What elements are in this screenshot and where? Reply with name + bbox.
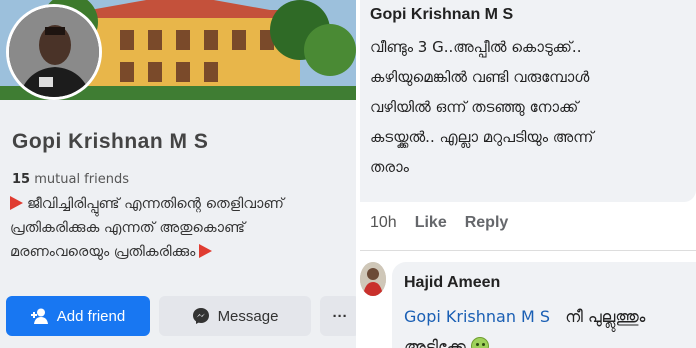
profile-card: Gopi Krishnan M S 15 mutual friends ജീവി…	[0, 0, 356, 348]
comment-thread: Gopi Krishnan M S വീണ്ടും 3 G..അപ്പീൽ കൊ…	[360, 0, 696, 348]
more-dots-icon: ···	[332, 307, 348, 325]
profile-name[interactable]: Gopi Krishnan M S	[12, 130, 208, 154]
reply-body: നീ പുല്ലുത്തും	[565, 307, 646, 326]
comment-line-1: വീണ്ടും 3 G..അപ്പീൽ കൊടുക്ക്..	[370, 38, 582, 56]
bio-line-1: ജീവിച്ചിരിപ്പുണ്ട് എന്നതിന്റെ തെളിവാണ്	[27, 196, 284, 212]
comment-bubble: Gopi Krishnan M S വീണ്ടും 3 G..അപ്പീൽ കൊ…	[360, 0, 696, 202]
message-button[interactable]: Message	[159, 296, 311, 336]
add-friend-label: Add friend	[56, 307, 126, 325]
mutual-label: mutual friends	[34, 172, 129, 187]
more-options-button[interactable]: ···	[320, 296, 356, 336]
like-button[interactable]: Like	[415, 214, 447, 232]
reply-body-line-2: അടിക്കേ	[404, 337, 466, 348]
add-friend-button[interactable]: Add friend	[6, 296, 150, 336]
comment-line-2: കഴിയുമെങ്കിൽ വണ്ടി വരുമ്പോൾ	[370, 68, 590, 86]
mutual-count: 15	[12, 172, 31, 187]
add-person-icon	[30, 308, 49, 324]
comment-author[interactable]: Gopi Krishnan M S	[370, 6, 513, 24]
comment-actions: 10h Like Reply	[370, 214, 508, 232]
comment-line-3: വഴിയിൽ ഒന്ന് തടഞ്ഞു നോക്ക്	[370, 98, 579, 116]
profile-bio: ജീവിച്ചിരിപ്പുണ്ട് എന്നതിന്റെ തെളിവാണ് പ…	[10, 192, 355, 264]
nauseated-face-emoji-icon	[470, 337, 489, 348]
reply-avatar[interactable]	[360, 262, 386, 296]
messenger-icon	[192, 307, 210, 325]
bio-line-3: മരണംവരെയും പ്രതികരിക്കും	[10, 244, 196, 260]
mention-link[interactable]: Gopi Krishnan M S	[404, 307, 550, 326]
reply-bubble: Hajid Ameen Gopi Krishnan M S നീ പുല്ലുത…	[392, 262, 696, 348]
reply-author[interactable]: Hajid Ameen	[404, 274, 500, 292]
profile-avatar[interactable]	[6, 4, 102, 100]
red-triangle-icon	[10, 196, 23, 210]
comment-timestamp[interactable]: 10h	[370, 214, 397, 232]
message-label: Message	[217, 307, 279, 325]
reply-text: Gopi Krishnan M S നീ പുല്ലുത്തും അടിക്കേ	[404, 302, 696, 348]
person-photo-icon	[9, 7, 99, 97]
thread-divider	[360, 250, 696, 251]
comment-text: വീണ്ടും 3 G..അപ്പീൽ കൊടുക്ക്.. കഴിയുമെങ്…	[370, 32, 690, 182]
comment-line-4: കടയ്ക്കൽ.. എല്ലാ മറുപടിയും അന്ന്	[370, 128, 594, 146]
person-photo-icon	[360, 262, 386, 296]
comment-line-5: തരാം	[370, 158, 409, 176]
bio-line-2: പ്രതികരിക്കുക എന്നത് അതുകൊണ്ട്	[10, 220, 245, 236]
reply-button[interactable]: Reply	[465, 214, 509, 232]
mutual-friends[interactable]: 15 mutual friends	[12, 172, 129, 187]
red-triangle-icon	[199, 244, 213, 258]
